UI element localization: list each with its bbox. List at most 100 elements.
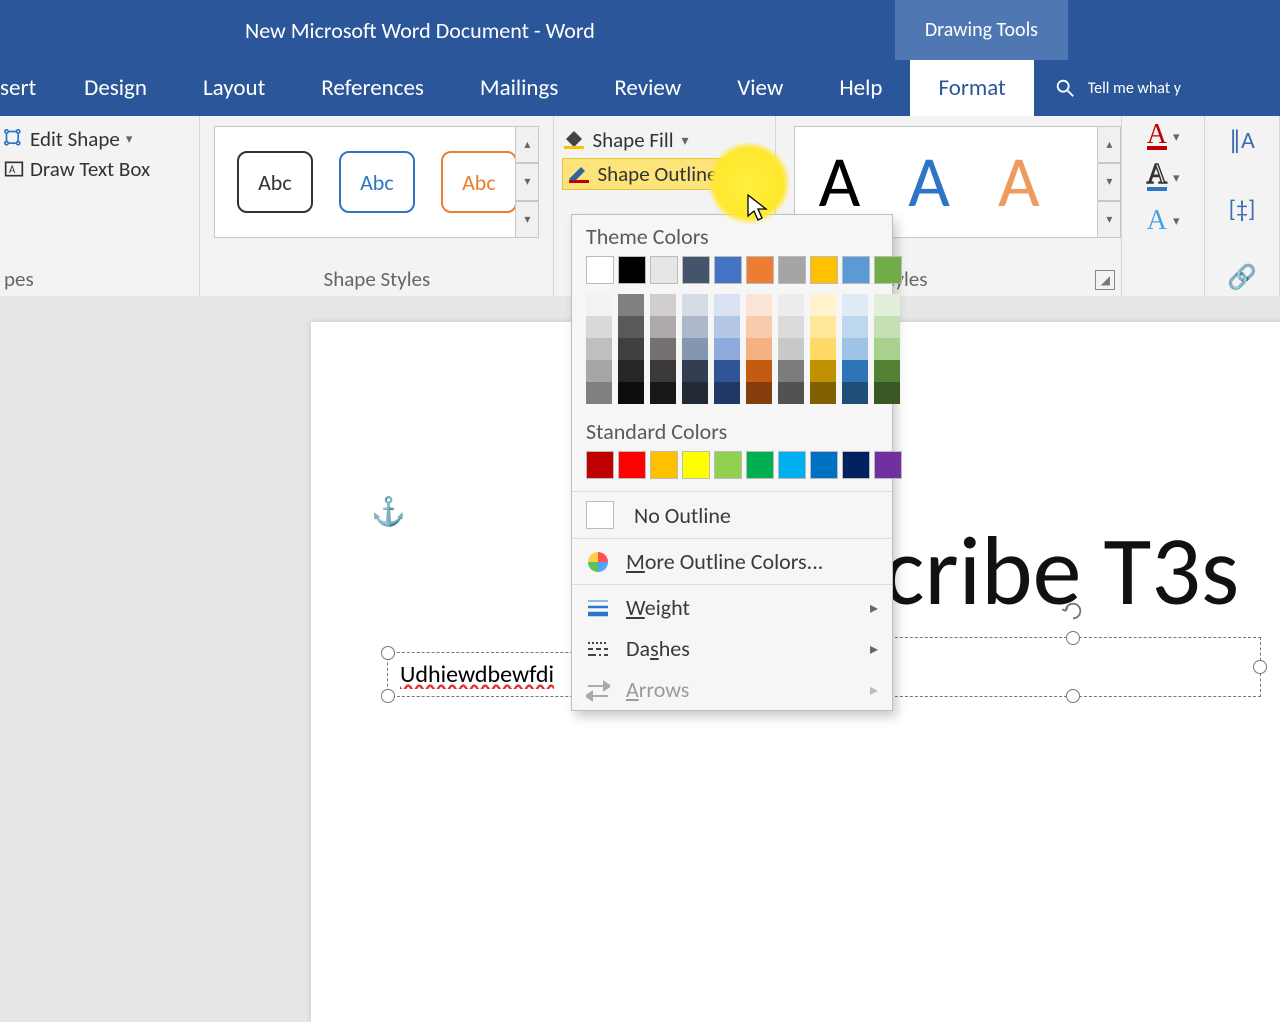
color-swatch[interactable] [746,382,772,404]
color-swatch[interactable] [682,256,710,284]
text-outline-button[interactable]: A▾ [1147,164,1180,190]
text-box-input[interactable] [398,659,578,690]
text-box[interactable] [387,652,593,697]
color-swatch[interactable] [618,294,644,316]
color-swatch[interactable] [842,338,868,360]
color-swatch[interactable] [874,294,900,316]
shape-outline-button[interactable]: Shape Outline▾ [562,158,766,190]
wordart-thumb-2[interactable]: A [908,138,950,226]
color-swatch[interactable] [778,294,804,316]
wordart-scroll[interactable]: ▴▾▾ [1097,126,1121,238]
color-swatch[interactable] [682,316,708,338]
color-swatch[interactable] [586,360,612,382]
color-swatch[interactable] [682,294,708,316]
tab-design[interactable]: Design [56,60,175,116]
color-swatch[interactable] [682,451,710,479]
color-swatch[interactable] [746,338,772,360]
handle-bottom[interactable] [1066,689,1080,703]
color-swatch[interactable] [778,360,804,382]
color-swatch[interactable] [682,382,708,404]
color-swatch[interactable] [842,451,870,479]
edit-shape-button[interactable]: Edit Shape ▾ [4,126,191,152]
text-effects-button[interactable]: A▾ [1147,205,1180,237]
color-swatch[interactable] [746,451,774,479]
color-swatch[interactable] [778,451,806,479]
shape-fill-button[interactable]: Shape Fill▾ [562,127,766,153]
style-thumb-3[interactable]: Abc [441,151,517,213]
color-swatch[interactable] [618,382,644,404]
handle-top[interactable] [1066,631,1080,645]
color-swatch[interactable] [810,451,838,479]
color-swatch[interactable] [874,451,902,479]
tab-view[interactable]: View [709,60,811,116]
selection-frame[interactable] [885,637,1261,697]
color-swatch[interactable] [650,338,676,360]
color-swatch[interactable] [586,256,614,284]
color-swatch[interactable] [682,360,708,382]
color-swatch[interactable] [714,256,742,284]
color-swatch[interactable] [714,316,740,338]
color-swatch[interactable] [746,316,772,338]
tab-references[interactable]: References [293,60,452,116]
color-swatch[interactable] [618,316,644,338]
style-thumb-2[interactable]: Abc [339,151,415,213]
color-swatch[interactable] [714,451,742,479]
color-swatch[interactable] [810,338,836,360]
no-outline-item[interactable]: No Outline [572,494,892,536]
weight-item[interactable]: Weight▸ [572,587,892,628]
dashes-item[interactable]: Dashes▸ [572,628,892,669]
color-swatch[interactable] [842,294,868,316]
color-swatch[interactable] [842,316,868,338]
color-swatch[interactable] [714,338,740,360]
color-swatch[interactable] [778,338,804,360]
tell-me-search[interactable]: Tell me what y [1034,60,1181,116]
color-swatch[interactable] [682,338,708,360]
rotate-handle[interactable] [1062,600,1084,627]
color-swatch[interactable] [618,256,646,284]
contextual-tab-drawing-tools[interactable]: Drawing Tools [895,0,1068,60]
color-swatch[interactable] [650,451,678,479]
color-swatch[interactable] [842,382,868,404]
text-direction-icon[interactable]: ∥A [1229,126,1255,155]
handle-right[interactable] [1253,660,1267,674]
color-swatch[interactable] [842,256,870,284]
style-thumb-1[interactable]: Abc [237,151,313,213]
wordart-thumb-1[interactable]: A [819,138,861,226]
draw-text-box-button[interactable]: A Draw Text Box [4,156,191,182]
color-swatch[interactable] [874,338,900,360]
gallery-scroll[interactable]: ▴▾▾ [515,126,539,238]
color-swatch[interactable] [586,294,612,316]
color-swatch[interactable] [586,338,612,360]
tab-help[interactable]: Help [811,60,910,116]
wordart-dialog-launcher[interactable]: ◢ [1095,270,1115,290]
tab-mailings[interactable]: Mailings [452,60,586,116]
color-swatch[interactable] [618,338,644,360]
handle-top-left[interactable] [381,646,395,660]
color-swatch[interactable] [650,294,676,316]
color-swatch[interactable] [874,360,900,382]
color-swatch[interactable] [874,316,900,338]
color-swatch[interactable] [810,256,838,284]
color-swatch[interactable] [714,294,740,316]
color-swatch[interactable] [746,294,772,316]
color-swatch[interactable] [586,451,614,479]
color-swatch[interactable] [746,256,774,284]
color-swatch[interactable] [810,294,836,316]
tab-insert[interactable]: sert [0,60,56,116]
color-swatch[interactable] [650,316,676,338]
shape-style-gallery[interactable]: Abc Abc Abc ▴▾▾ [214,126,539,238]
wordart-thumb-3[interactable]: A [998,138,1040,226]
tab-format[interactable]: Format [910,60,1033,116]
color-swatch[interactable] [874,382,900,404]
color-swatch[interactable] [778,316,804,338]
tab-layout[interactable]: Layout [175,60,293,116]
color-swatch[interactable] [618,360,644,382]
more-outline-colors-item[interactable]: More Outline Colors... [572,541,892,582]
color-swatch[interactable] [714,382,740,404]
color-swatch[interactable] [586,316,612,338]
color-swatch[interactable] [714,360,740,382]
align-text-icon[interactable]: [‡] [1229,195,1256,224]
color-swatch[interactable] [842,360,868,382]
color-swatch[interactable] [810,382,836,404]
handle-bottom-left[interactable] [381,689,395,703]
